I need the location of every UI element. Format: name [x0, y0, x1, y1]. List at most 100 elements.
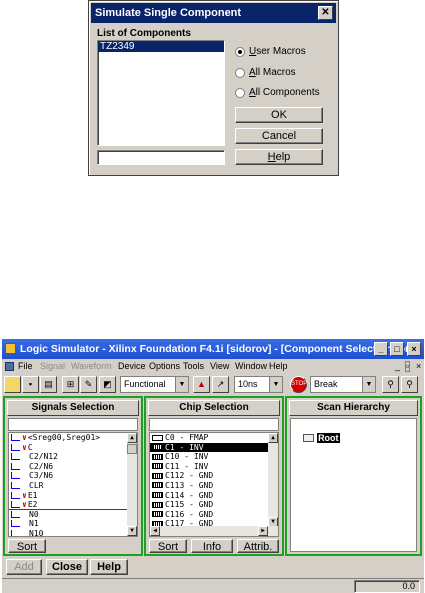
- close-window-icon[interactable]: ×: [407, 342, 421, 356]
- signal-list-item[interactable]: ∨E1: [9, 491, 127, 501]
- signal-list-item[interactable]: CLR: [9, 481, 127, 491]
- app-title-bar[interactable]: Logic Simulator - Xilinx Foundation F4.1…: [2, 339, 424, 359]
- signal-list-item[interactable]: N0: [9, 510, 127, 520]
- step-size-select[interactable]: 10ns ▼: [234, 376, 283, 393]
- mdi-restore-icon[interactable]: ▫: [405, 361, 411, 372]
- menu-waveform[interactable]: Waveform: [71, 359, 112, 374]
- signals-scrollbar[interactable]: ▲ ▼: [127, 433, 137, 536]
- chip-list[interactable]: C0 - FMAP C1 - INV C10 - INV C11 - INV C112 …: [149, 432, 279, 537]
- signal-name: N0: [29, 509, 39, 519]
- run-icon[interactable]: ↗: [212, 376, 229, 393]
- menu-bar: File Signal Waveform Device Options Tool…: [2, 359, 424, 374]
- radio-all-macros[interactable]: [235, 68, 245, 78]
- chip-name: C0 - FMAP: [165, 433, 209, 442]
- find-next-icon[interactable]: ⚲: [401, 376, 418, 393]
- step-icon[interactable]: ▲: [193, 376, 210, 393]
- menu-window[interactable]: Window: [235, 359, 267, 374]
- chip-list-item[interactable]: C116 - GND: [150, 510, 268, 520]
- find-icon[interactable]: ⚲: [382, 376, 399, 393]
- chip-selection-panel: Chip Selection C0 - FMAP C1 - INV C10 - IN…: [144, 396, 284, 556]
- signal-list-item[interactable]: ∨C: [9, 443, 127, 453]
- help-button[interactable]: Help: [235, 149, 323, 165]
- menu-view[interactable]: View: [210, 359, 229, 374]
- signals-filter-input[interactable]: [8, 418, 138, 431]
- mdi-close-icon[interactable]: ×: [416, 359, 421, 374]
- menu-tools[interactable]: Tools: [183, 359, 204, 374]
- scroll-left-icon[interactable]: ◀: [150, 526, 160, 536]
- save-icon[interactable]: ▪: [22, 376, 39, 393]
- scroll-up-icon[interactable]: ▲: [268, 433, 278, 443]
- user-macros-label: User Macros: [249, 46, 306, 57]
- menu-file[interactable]: File: [18, 359, 33, 374]
- signal-waveform-icon: [11, 481, 20, 489]
- chip-horizontal-scrollbar[interactable]: ◀ ▶: [150, 526, 278, 536]
- add-signals-icon[interactable]: ⊞: [62, 376, 79, 393]
- chip-list-item[interactable]: C113 - GND: [150, 481, 268, 491]
- scroll-right-icon[interactable]: ▶: [258, 526, 268, 536]
- chip-list-item[interactable]: C112 - GND: [150, 471, 268, 481]
- signals-sort-button[interactable]: Sort: [8, 539, 46, 553]
- chip-sort-button[interactable]: Sort: [149, 539, 187, 553]
- signal-list-item[interactable]: C3/N6: [9, 471, 127, 481]
- scroll-down-icon[interactable]: ▼: [127, 526, 137, 536]
- folder-icon: [303, 434, 314, 443]
- chip-filter-input[interactable]: [149, 418, 279, 431]
- chip-list-item[interactable]: C10 - INV: [150, 452, 268, 462]
- components-list[interactable]: TZ2349: [97, 40, 225, 146]
- signal-list-item[interactable]: C2/N12: [9, 452, 127, 462]
- chip-list-item[interactable]: C1 - INV: [150, 442, 268, 453]
- app-help-button[interactable]: Help: [90, 559, 128, 575]
- signal-list-item[interactable]: C2/N6: [9, 462, 127, 472]
- signal-list-item[interactable]: N10: [9, 529, 127, 536]
- tree-node-root[interactable]: Root: [303, 433, 340, 444]
- minimize-icon[interactable]: _: [374, 342, 388, 356]
- chip-info-button[interactable]: Info: [191, 539, 233, 553]
- step-size-value: 10ns: [238, 379, 258, 389]
- menu-help[interactable]: Help: [269, 359, 288, 374]
- maximize-icon[interactable]: □: [390, 342, 404, 356]
- chip-list-item[interactable]: C115 - GND: [150, 500, 268, 510]
- chip-list-item[interactable]: C114 - GND: [150, 491, 268, 501]
- radio-user-macros[interactable]: [235, 47, 245, 57]
- chevron-down-icon: ▼: [175, 377, 188, 392]
- signal-list-item[interactable]: ∨E2: [9, 500, 127, 510]
- signal-list-item[interactable]: ∨<Sreg00,Sreg01>: [9, 433, 127, 443]
- print-icon[interactable]: ▤: [40, 376, 57, 393]
- hierarchy-tree[interactable]: Root: [290, 418, 417, 552]
- open-icon[interactable]: [4, 376, 21, 393]
- chip-list-item[interactable]: C11 - INV: [150, 462, 268, 472]
- close-button[interactable]: Close: [46, 559, 88, 575]
- ok-button[interactable]: OK: [235, 107, 323, 123]
- component-list-item[interactable]: TZ2349: [98, 41, 224, 52]
- chip-attrib-button[interactable]: Attrib.: [237, 539, 279, 553]
- chip-vertical-scrollbar[interactable]: ▲ ▼: [268, 433, 278, 527]
- menu-device[interactable]: Device: [118, 359, 146, 374]
- chip-name: C11 - INV: [165, 461, 209, 471]
- menu-signal[interactable]: Signal: [40, 359, 65, 374]
- scan-hierarchy-header: Scan Hierarchy: [289, 400, 418, 416]
- component-name-input[interactable]: [97, 150, 225, 165]
- break-select[interactable]: Break ▼: [310, 376, 376, 393]
- chip-icon: [152, 472, 163, 479]
- cancel-button[interactable]: Cancel: [235, 128, 323, 144]
- waveform-view-icon[interactable]: ◩: [99, 376, 116, 393]
- probe-icon[interactable]: ✎: [80, 376, 97, 393]
- mdi-minimize-icon[interactable]: _: [395, 359, 400, 374]
- simulation-mode-select[interactable]: Functional ▼: [120, 376, 189, 393]
- stop-icon[interactable]: STOP: [290, 376, 307, 393]
- scroll-up-icon[interactable]: ▲: [127, 433, 137, 443]
- chip-name: C113 - GND: [165, 480, 214, 490]
- signal-list-item[interactable]: N1: [9, 519, 127, 529]
- signal-waveform-icon: [11, 491, 20, 499]
- signals-list[interactable]: ∨<Sreg00,Sreg01> ∨C C2/N12 C2/N6 C3/N6 CLR ∨E1…: [8, 432, 138, 537]
- scroll-thumb[interactable]: [127, 444, 137, 454]
- dialog-title-bar[interactable]: Simulate Single Component ✕: [91, 3, 336, 23]
- add-button[interactable]: Add: [6, 559, 42, 575]
- menu-options[interactable]: Options: [149, 359, 180, 374]
- chip-icon: [152, 453, 163, 460]
- radio-all-components[interactable]: [235, 88, 245, 98]
- toolbar: ▪ ▤ ⊞ ✎ ◩ Functional ▼ ▲ ↗ 10ns ▼ STOP B…: [2, 374, 424, 396]
- break-value: Break: [314, 379, 338, 389]
- chip-list-item[interactable]: C0 - FMAP: [150, 433, 268, 443]
- close-icon[interactable]: ✕: [318, 6, 333, 20]
